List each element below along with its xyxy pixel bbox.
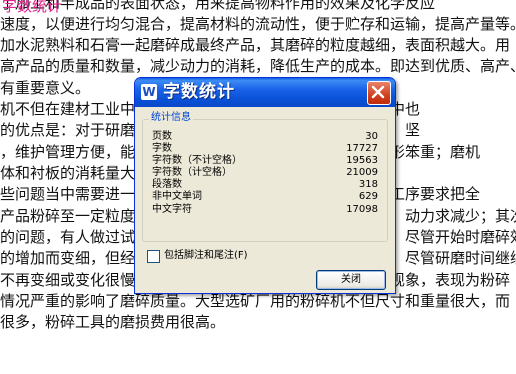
doc-heading: 字数统计 [2,0,63,15]
stat-label: 字符数（不计空格） [152,155,242,167]
doc-line: 了加工和半成品的表面状态，用来提高物料作用的效果及化学反应 [0,0,436,12]
stat-value: 19563 [346,155,378,167]
stat-value: 21009 [346,167,378,179]
stat-value: 318 [358,179,378,191]
stat-value: 17727 [346,143,378,155]
close-icon [371,85,385,99]
stat-row-pages: 页数 30 [152,131,378,143]
stat-row-chars-with-spaces: 字符数（计空格） 21009 [152,167,378,179]
doc-line: 加水泥熟料和石膏一起磨碎成最终产品，其磨碎的粒度越细，表面积越大。用 [0,36,511,54]
dialog-title: 字数统计 [163,82,235,102]
stat-value: 30 [365,131,378,142]
doc-line: 很多，粉碎工具的磨损费用很高。 [0,313,226,331]
statistics-group: 统计信息 页数 30 字数 17727 字符数（不计空格） 19563 字符数（… [142,111,388,242]
stat-value: 17098 [346,203,378,215]
stat-row-chinese-chars: 中文字符 17098 [152,204,378,216]
stat-label: 段落数 [152,179,182,191]
stat-label: 字数 [152,143,172,155]
stat-row-non-chinese-words: 非中文单词 629 [152,191,378,203]
stat-label: 中文字符 [152,203,192,215]
stat-label: 字符数（计空格） [152,167,232,179]
doc-line: 情况严重的影响了磨碎质量。大型选矿厂用的粉碎机不但尺寸和重量很大，而 [0,292,511,310]
statistics-list: 页数 30 字数 17727 字符数（不计空格） 19563 字符数（计空格） … [152,131,378,216]
word-count-dialog: W 字数统计 统计信息 页数 30 字数 17727 字符数（不计空格） 195… [134,77,396,294]
doc-line: 体和衬板的消耗量大 [0,164,136,182]
doc-line: 速度，以便进行均匀混合，提高材料的流动性，便于贮存和运输，提高产量等。使 [0,15,516,33]
statistics-group-title: 统计信息 [149,111,193,125]
stat-label: 页数 [152,131,172,142]
include-footnotes-label[interactable]: 包括脚注和尾注(F) [164,249,248,263]
doc-line: 有重要意义。 [0,79,91,97]
close-dialog-button[interactable]: 关闭 [316,270,386,290]
include-footnotes-checkbox[interactable] [147,250,160,263]
word-app-icon: W [141,84,157,100]
stat-row-words: 字数 17727 [152,143,378,155]
stat-value: 629 [358,191,378,203]
doc-line: 高产品的质量和数量，减少动力的消耗，降低生产的成本。即达到优质、高产、 [0,57,516,75]
stat-label: 非中文单词 [152,191,202,203]
close-button[interactable] [367,81,391,105]
stat-row-paragraphs: 段落数 318 [152,179,378,191]
stat-row-chars-no-spaces: 字符数（不计空格） 19563 [152,155,378,167]
dialog-titlebar[interactable]: W 字数统计 [135,78,395,107]
